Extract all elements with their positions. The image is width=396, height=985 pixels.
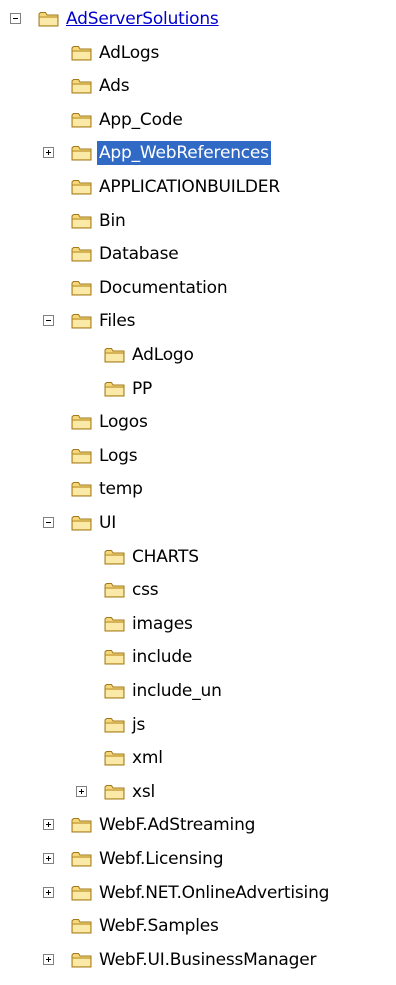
tree-item[interactable]: Logs	[0, 439, 396, 473]
tree-item[interactable]: APPLICATIONBUILDER	[0, 170, 396, 204]
folder-icon	[104, 346, 126, 364]
folder-icon	[104, 380, 126, 398]
folder-icon	[38, 10, 60, 28]
folder-icon	[71, 917, 93, 935]
tree-item[interactable]: AdLogo	[0, 338, 396, 372]
tree-item[interactable]: Ads	[0, 69, 396, 103]
folder-icon	[71, 144, 93, 162]
tree-item-label: include_un	[132, 681, 222, 701]
tree-item[interactable]: xml	[0, 741, 396, 775]
tree-item-label: images	[132, 613, 193, 634]
tree-item-label: PP	[132, 378, 153, 399]
folder-icon	[71, 816, 93, 834]
tree-item-label: WebF.Samples	[99, 916, 219, 937]
tree-item[interactable]: UI	[0, 506, 396, 540]
tree-item[interactable]: PP	[0, 372, 396, 406]
tree-item-label: UI	[99, 513, 117, 533]
tree-item-label: AdServerSolutions	[66, 9, 219, 29]
expand-plus-icon[interactable]	[43, 147, 54, 159]
tree-item[interactable]: App_Code	[0, 103, 396, 137]
folder-icon	[104, 648, 126, 666]
folder-icon	[71, 111, 93, 129]
tree-item[interactable]: Files	[0, 304, 396, 338]
expand-plus-icon[interactable]	[43, 953, 54, 965]
tree-item[interactable]: xsl	[0, 775, 396, 809]
tree-item[interactable]: images	[0, 607, 396, 641]
tree-item-label: App_WebReferences	[97, 141, 271, 166]
folder-icon	[104, 783, 126, 801]
tree-item[interactable]: js	[0, 708, 396, 742]
folder-icon	[71, 951, 93, 969]
tree-item-label: Webf.Licensing	[99, 849, 224, 869]
expand-plus-icon[interactable]	[43, 819, 54, 831]
tree-item[interactable]: temp	[0, 472, 396, 506]
tree-item-label: js	[132, 714, 146, 735]
folder-tree: AdServerSolutions AdLogs Ads App_Code App_We…	[0, 0, 396, 985]
tree-item[interactable]: AdServerSolutions	[0, 2, 396, 36]
tree-item-label: App_Code	[99, 109, 183, 130]
tree-item-label: include	[132, 647, 193, 668]
tree-item[interactable]: Database	[0, 237, 396, 271]
tree-item[interactable]: include_un	[0, 674, 396, 708]
tree-item-label: WebF.AdStreaming	[99, 815, 256, 836]
tree-item[interactable]: WebF.AdStreaming	[0, 808, 396, 842]
folder-icon	[71, 413, 93, 431]
expand-plus-icon[interactable]	[43, 853, 54, 864]
tree-item[interactable]: Logos	[0, 405, 396, 439]
tree-item-label: temp	[99, 479, 143, 500]
folder-icon	[71, 312, 93, 330]
collapse-minus-icon[interactable]	[10, 13, 21, 24]
folder-icon	[71, 850, 93, 868]
folder-icon	[71, 178, 93, 196]
expand-plus-icon[interactable]	[43, 886, 54, 898]
tree-item-label: xml	[132, 748, 163, 769]
tree-item-label: Logs	[99, 445, 138, 466]
tree-item-label: Ads	[99, 76, 130, 97]
tree-item[interactable]: AdLogs	[0, 36, 396, 70]
tree-item-label: APPLICATIONBUILDER	[99, 177, 280, 197]
tree-item-label: Logos	[99, 412, 148, 433]
tree-item[interactable]: Webf.Licensing	[0, 842, 396, 876]
tree-item[interactable]: CHARTS	[0, 540, 396, 574]
tree-item-label: AdLogs	[99, 42, 160, 63]
tree-item-label: Bin	[99, 210, 126, 231]
folder-icon	[104, 548, 126, 566]
folder-icon	[71, 514, 93, 532]
tree-item[interactable]: css	[0, 573, 396, 607]
tree-item-label: Database	[99, 244, 179, 265]
tree-item[interactable]: include	[0, 640, 396, 674]
tree-item-label: css	[132, 580, 159, 601]
tree-item-label: xsl	[132, 781, 156, 802]
folder-icon	[71, 279, 93, 297]
tree-item[interactable]: Webf.NET.OnlineAdvertising	[0, 876, 396, 910]
folder-icon	[104, 716, 126, 734]
folder-icon	[104, 581, 126, 599]
collapse-minus-icon[interactable]	[43, 315, 54, 327]
folder-icon	[71, 884, 93, 902]
folder-icon	[104, 749, 126, 767]
folder-icon	[71, 44, 93, 62]
tree-item-label: WebF.UI.BusinessManager	[99, 949, 317, 970]
tree-item[interactable]: WebF.Samples	[0, 909, 396, 943]
folder-icon	[71, 480, 93, 498]
tree-item-label: Webf.NET.OnlineAdvertising	[99, 882, 330, 903]
tree-item[interactable]: WebF.UI.BusinessManager	[0, 943, 396, 977]
tree-item[interactable]: App_WebReferences	[0, 136, 396, 170]
tree-item-label: Documentation	[99, 277, 228, 298]
folder-icon	[71, 447, 93, 465]
tree-item-label: AdLogo	[132, 345, 194, 365]
folder-icon	[71, 245, 93, 263]
folder-icon	[71, 77, 93, 95]
tree-item-label: CHARTS	[132, 546, 199, 567]
expand-plus-icon[interactable]	[76, 785, 87, 797]
tree-item[interactable]: Documentation	[0, 271, 396, 305]
tree-item[interactable]: Bin	[0, 204, 396, 238]
collapse-minus-icon[interactable]	[43, 517, 54, 528]
folder-icon	[71, 212, 93, 230]
folder-icon	[104, 682, 126, 700]
folder-icon	[104, 615, 126, 633]
tree-item-label: Files	[99, 311, 136, 332]
